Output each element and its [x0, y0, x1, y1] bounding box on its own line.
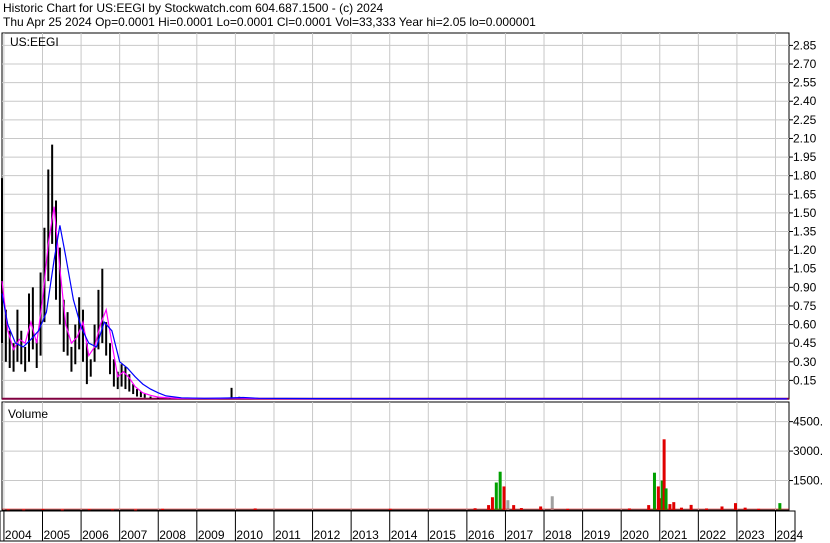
x-axis: 2004 2005 2006 2007 2008 2009 2010 2011 2012 2013… — [0, 510, 804, 542]
price-y-tick-label: 2.55 — [793, 76, 817, 90]
x-tick-label: 2008 — [159, 528, 186, 542]
price-y-tick-label: 0.60 — [793, 318, 817, 332]
price-y-tick-label: 1.65 — [793, 187, 817, 201]
x-tick-label: 2004 — [5, 528, 32, 542]
x-tick-label: 2023 — [738, 528, 765, 542]
x-tick-label: 2022 — [699, 528, 726, 542]
price-y-tick-label: 1.05 — [793, 262, 817, 276]
x-tick-label: 2013 — [352, 528, 379, 542]
volume-bar — [664, 488, 668, 510]
price-y-tick-label: 1.80 — [793, 169, 817, 183]
price-y-tick-label: 1.20 — [793, 243, 817, 257]
volume-bar — [652, 472, 656, 510]
price-y-tick-label: 2.10 — [793, 131, 817, 145]
price-y-tick-label: 0.15 — [793, 373, 817, 387]
x-tick-label: 2012 — [314, 528, 341, 542]
x-tick-label: 2024 — [776, 528, 803, 542]
price-panel: 2.85 2.70 2.55 2.40 2.25 2.10 1.95 1.80 1.65 1.50… — [1, 32, 817, 400]
price-y-tick-label: 0.75 — [793, 299, 817, 313]
x-tick-label: 2021 — [661, 528, 688, 542]
volume-bar — [60, 509, 64, 511]
x-tick-label: 2020 — [622, 528, 649, 542]
historic-chart: 2.85 2.70 2.55 2.40 2.25 2.10 1.95 1.80 1.65 1.50… — [0, 32, 823, 542]
price-y-tick-label: 1.50 — [793, 206, 817, 220]
volume-bar — [498, 471, 502, 510]
x-tick-label: 2014 — [391, 528, 418, 542]
volume-bar — [502, 486, 506, 510]
x-tick-label: 2011 — [275, 528, 301, 542]
volume-panel-title: Volume — [8, 407, 48, 421]
volume-bar — [134, 509, 138, 511]
price-panel-title: US:EEGI — [10, 35, 59, 49]
volume-y-tick-label: 4500. — [793, 415, 823, 429]
x-tick-label: 2007 — [121, 528, 148, 542]
x-tick-label: 2005 — [44, 528, 71, 542]
x-tick-label: 2010 — [236, 528, 263, 542]
price-y-tick-label: 2.25 — [793, 113, 817, 127]
x-tick-label: 2009 — [198, 528, 225, 542]
price-y-tick-label: 2.85 — [793, 38, 817, 52]
x-tick-label: 2018 — [545, 528, 572, 542]
x-tick-label: 2019 — [584, 528, 611, 542]
x-tick-label: 2015 — [429, 528, 456, 542]
price-y-tick-label: 0.90 — [793, 280, 817, 294]
price-y-tick-label: 1.95 — [793, 150, 817, 164]
price-y-tick-label: 0.45 — [793, 336, 817, 350]
price-y-tick-label: 2.70 — [793, 57, 817, 71]
volume-bar — [490, 497, 494, 510]
x-tick-label: 2017 — [506, 528, 533, 542]
price-y-tick-label: 1.35 — [793, 225, 817, 239]
volume-y-tick-label: 1500. — [793, 474, 823, 488]
x-tick-label: 2006 — [82, 528, 109, 542]
volume-bar — [550, 496, 554, 510]
volume-panel: 4500. 3000. 1500. — [1, 401, 823, 511]
volume-bar — [494, 482, 498, 510]
price-y-tick-label: 2.40 — [793, 94, 817, 108]
volume-y-tick-label: 3000. — [793, 444, 823, 458]
x-tick-label: 2016 — [468, 528, 495, 542]
price-y-tick-label: 0.30 — [793, 355, 817, 369]
